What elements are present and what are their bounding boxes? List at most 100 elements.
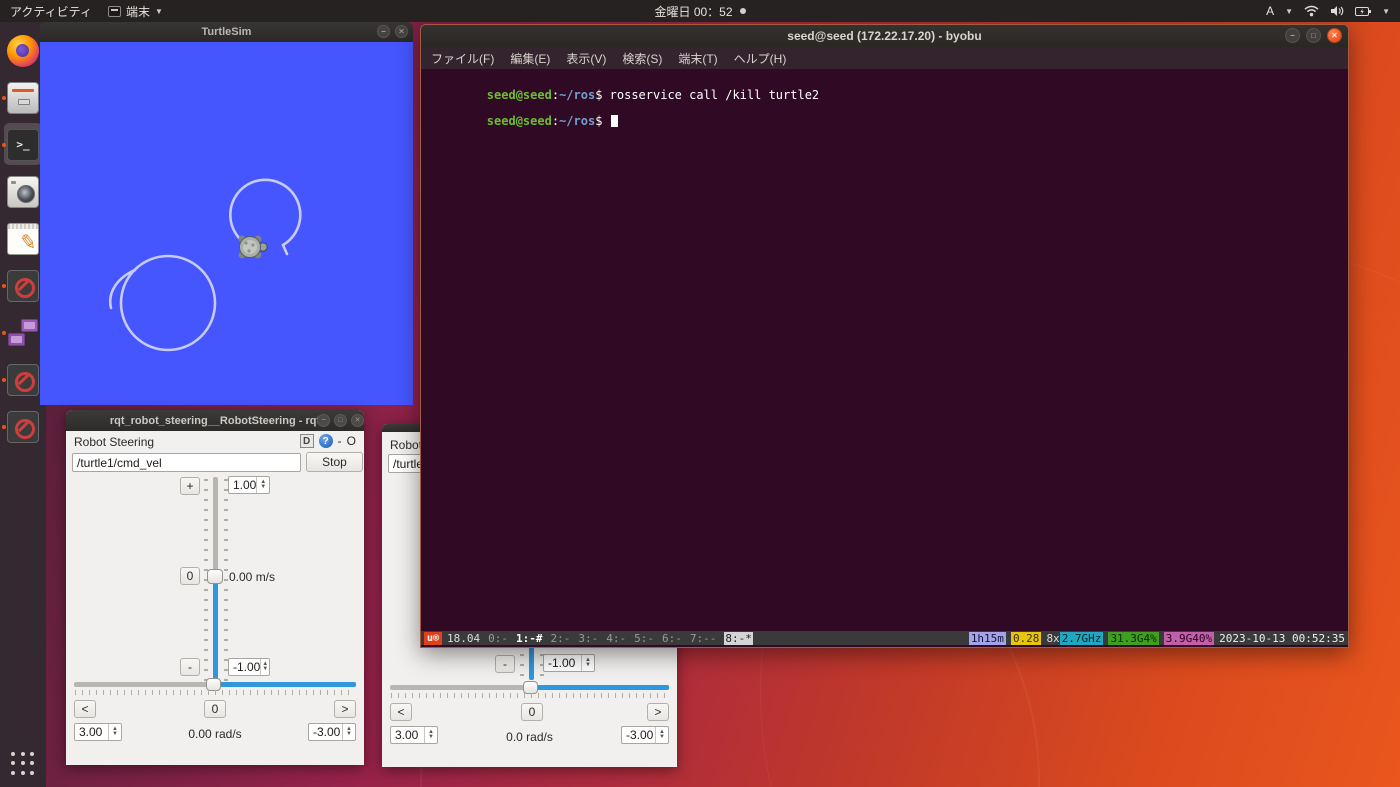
byobu-window-1[interactable]: 1:-# xyxy=(516,632,543,645)
chevron-down-icon[interactable]: ▼ xyxy=(1382,7,1390,16)
robot-steering-1-titlebar[interactable]: rqt_robot_steering__RobotSteering - rqt … xyxy=(66,410,364,431)
menu-edit[interactable]: 編集(E) xyxy=(510,50,550,67)
topic-input[interactable] xyxy=(72,453,301,472)
running-indicator-dot xyxy=(2,95,6,100)
byobu-window-2[interactable]: 2:- xyxy=(551,632,571,645)
robot-steering-window-1: rqt_robot_steering__RobotSteering - rqt … xyxy=(66,410,364,765)
battery-icon[interactable] xyxy=(1355,6,1372,17)
turtlesim-titlebar[interactable]: TurtleSim − ✕ xyxy=(40,22,413,42)
byobu-window-4[interactable]: 4:- xyxy=(606,632,626,645)
minimize-button[interactable]: − xyxy=(1285,28,1300,43)
load-badge: 0.28 xyxy=(1010,631,1042,645)
ubuntu-logo-badge: u® xyxy=(424,631,443,645)
spinbox-arrows[interactable]: ▲ ▼ xyxy=(655,727,668,743)
linear-max-button[interactable]: + xyxy=(180,477,200,495)
desktop-wallpaper: アクティビティ 端末 ▼ 金曜日 00：52 A ▼ ▼ >_ ✎ Turtle… xyxy=(0,0,1400,787)
terminal-line: seed@seed:~/ros$ xyxy=(429,102,1340,128)
turtle-sprite xyxy=(238,235,268,259)
menu-help[interactable]: ヘルプ(H) xyxy=(734,50,787,67)
menu-view[interactable]: 表示(V) xyxy=(566,50,606,67)
menu-file[interactable]: ファイル(F) xyxy=(431,50,494,67)
memory-badge: 31.3G4% xyxy=(1108,631,1159,645)
close-button[interactable]: ✕ xyxy=(395,25,408,38)
minimize-button[interactable]: − xyxy=(377,25,390,38)
linear-max-spinbox[interactable]: 1.00 ▲ ▼ xyxy=(228,476,270,494)
angular-min-spinbox[interactable]: -3.00 ▲ ▼ xyxy=(308,723,356,741)
robot-steering-1-body: Robot Steering D ? - O Stop + 1.00 ▲▼ 0 … xyxy=(66,431,364,765)
spinbox-arrows[interactable]: ▲ ▼ xyxy=(260,659,269,675)
collapse-button[interactable]: - xyxy=(338,434,342,448)
dock-button[interactable]: D xyxy=(299,434,314,448)
minimize-button[interactable]: − xyxy=(317,414,330,427)
menu-terminal[interactable]: 端末(T) xyxy=(678,50,717,67)
prompt-colon: : xyxy=(551,88,560,102)
maximize-button[interactable]: □ xyxy=(334,414,347,427)
app-menu-button[interactable]: 端末 ▼ xyxy=(107,3,163,20)
prompt-path: ~/ros xyxy=(559,88,596,102)
spinbox-arrows[interactable]: ▲ ▼ xyxy=(256,477,269,493)
byobu-window-7[interactable]: 7:-- xyxy=(690,632,717,645)
running-indicator-dot xyxy=(2,424,6,429)
linear-value-label: 0.00 m/s xyxy=(229,570,276,584)
byobu-window-6[interactable]: 6:- xyxy=(662,632,682,645)
prompt-colon: : xyxy=(551,114,560,128)
linear-min-spinbox[interactable]: -1.00 ▲ ▼ xyxy=(228,658,270,676)
help-icon[interactable]: ? xyxy=(318,434,333,448)
menu-search[interactable]: 検索(S) xyxy=(622,50,662,67)
linear-slider-handle[interactable] xyxy=(207,569,223,584)
input-method-indicator[interactable]: A xyxy=(1266,4,1274,18)
media-indicator-dot xyxy=(739,8,746,14)
angular-right-button[interactable]: > xyxy=(647,703,669,721)
close-plugin-button[interactable]: O xyxy=(347,434,356,448)
spinbox-arrows[interactable]: ▲ ▼ xyxy=(342,724,355,740)
running-indicator-dot xyxy=(2,330,6,335)
volume-icon[interactable] xyxy=(1330,5,1344,17)
show-applications-button[interactable] xyxy=(0,740,46,787)
firefox-icon xyxy=(7,34,39,67)
dock-item-blocked-app-3[interactable] xyxy=(0,403,46,450)
byobu-window-5[interactable]: 5:- xyxy=(634,632,654,645)
angular-zero-button[interactable]: 0 xyxy=(204,700,226,718)
stop-button[interactable]: Stop xyxy=(306,452,363,472)
prompt-path: ~/ros xyxy=(559,114,596,128)
terminal-body[interactable]: seed@seed:~/ros$ rosservice call /kill t… xyxy=(421,69,1348,647)
command-text: rosservice call /kill turtle2 xyxy=(609,88,820,102)
disk-badge: 3.9G40% xyxy=(1163,631,1215,645)
wifi-icon[interactable] xyxy=(1304,5,1319,17)
apps-grid-icon xyxy=(11,751,35,776)
plugin-title: Robot Steering xyxy=(74,435,155,449)
byobu-window-3[interactable]: 3:- xyxy=(578,632,598,645)
slider-ticks xyxy=(391,693,668,698)
angular-zero-button[interactable]: 0 xyxy=(521,703,543,721)
linear-min-spinbox[interactable]: -1.00 ▲ ▼ xyxy=(543,654,595,672)
close-button[interactable]: ✕ xyxy=(351,414,364,427)
byobu-window-0[interactable]: 0:- xyxy=(488,632,508,645)
terminal-menubar: ファイル(F) 編集(E) 表示(V) 検索(S) 端末(T) ヘルプ(H) xyxy=(421,47,1348,69)
angular-right-button[interactable]: > xyxy=(334,700,356,718)
app-menu-label: 端末 xyxy=(125,4,150,19)
close-button[interactable]: ✕ xyxy=(1327,28,1342,43)
maximize-button[interactable]: □ xyxy=(1306,28,1321,43)
linear-zero-button[interactable]: 0 xyxy=(180,567,200,585)
angular-left-button[interactable]: < xyxy=(74,700,96,718)
running-indicator-dot xyxy=(2,377,6,382)
angular-left-button[interactable]: < xyxy=(390,703,412,721)
slider-ticks xyxy=(75,690,355,695)
terminal-cursor xyxy=(610,115,618,127)
prompt-user: seed@seed xyxy=(486,88,552,102)
chevron-down-icon: ▼ xyxy=(1285,6,1294,16)
terminal-titlebar[interactable]: seed@seed (172.22.17.20) - byobu − □ ✕ xyxy=(421,25,1348,47)
linear-min-button[interactable]: - xyxy=(180,658,200,676)
prompt-user: seed@seed xyxy=(486,114,552,128)
plugin-toolbar: D ? - O xyxy=(299,434,356,448)
spin-value: -1.00 xyxy=(548,656,576,670)
activities-button[interactable]: アクティビティ xyxy=(10,3,92,20)
clock-button[interactable]: 金曜日 00：52 xyxy=(654,3,732,20)
byobu-window-8[interactable]: 8:-* xyxy=(724,631,753,645)
spinbox-arrows[interactable]: ▲ ▼ xyxy=(581,655,594,671)
linear-min-button[interactable]: - xyxy=(495,655,515,673)
blocked-screen-icon xyxy=(7,363,39,396)
angular-min-spinbox[interactable]: -3.00 ▲ ▼ xyxy=(621,726,669,744)
dual-monitor-icon xyxy=(7,317,39,349)
terminal-window: seed@seed (172.22.17.20) - byobu − □ ✕ フ… xyxy=(420,24,1349,648)
